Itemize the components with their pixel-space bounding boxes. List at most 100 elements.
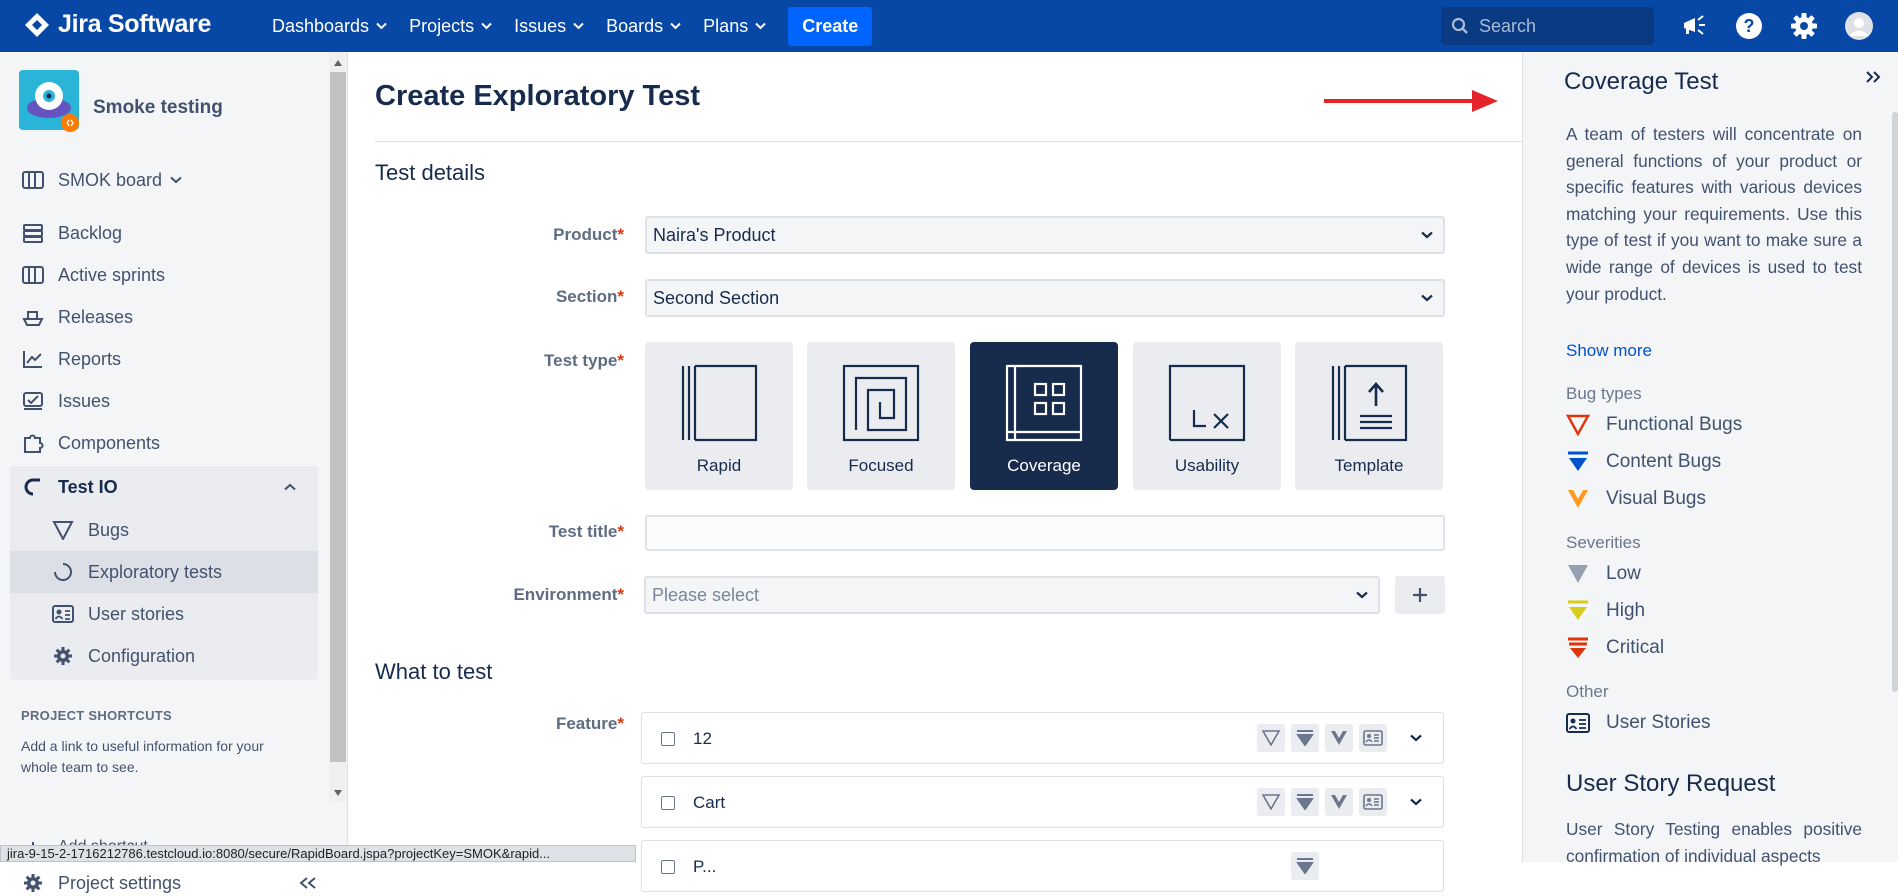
template-upload-icon: [1331, 364, 1408, 442]
chevron-down-icon[interactable]: [1410, 798, 1422, 806]
chevron-down-icon: [1421, 294, 1433, 302]
critical-severity-icon: [1568, 637, 1588, 658]
sidebar-item-label: Backlog: [58, 222, 123, 243]
functional-bug-chip[interactable]: [1257, 724, 1285, 752]
functional-bug-chip[interactable]: [1257, 788, 1285, 816]
menu-projects[interactable]: Projects: [409, 16, 492, 37]
sidebar-item-backlog[interactable]: Backlog: [10, 212, 318, 254]
backlog-icon: [23, 224, 43, 243]
app-name: Jira Software: [58, 10, 212, 38]
user-story-chip[interactable]: [1359, 724, 1387, 752]
feature-checkbox[interactable]: [661, 732, 675, 746]
project-sidebar: Smoke testing SMOK board Backlog Active …: [0, 52, 348, 893]
test-type-rapid[interactable]: Rapid: [645, 342, 793, 490]
visual-bug-chip[interactable]: [1325, 788, 1353, 816]
chevron-down-icon: [670, 22, 681, 30]
ship-icon: [22, 311, 44, 326]
user-story-card-icon: [1363, 730, 1383, 746]
feature-checkbox[interactable]: [661, 796, 675, 810]
add-environment-button[interactable]: [1395, 576, 1445, 614]
triangle-outline-icon: [1262, 730, 1280, 746]
test-type-coverage[interactable]: Coverage: [970, 342, 1118, 490]
collapse-sidebar-icon[interactable]: [298, 876, 318, 890]
chevron-down-icon: [376, 22, 387, 30]
user-avatar-icon[interactable]: [1844, 11, 1874, 41]
sidebar-item-test-io[interactable]: Test IO: [10, 466, 318, 508]
test-type-label: Test type*: [349, 351, 624, 371]
required-mark: *: [617, 585, 624, 604]
required-mark: *: [617, 225, 624, 244]
test-type-template[interactable]: Template: [1295, 342, 1443, 490]
menu-dashboards[interactable]: Dashboards: [272, 16, 387, 37]
legend-critical: Critical: [1566, 637, 1664, 659]
sidebar-item-label: Active sprints: [58, 264, 166, 285]
chevron-down-icon: [1421, 231, 1433, 239]
sidebar-item-configuration[interactable]: Configuration: [10, 635, 318, 677]
settings-gear-icon[interactable]: [1789, 11, 1819, 41]
scroll-up-arrow-icon[interactable]: [334, 60, 342, 66]
project-settings-link[interactable]: Project settings: [10, 870, 318, 896]
collapse-panel-icon[interactable]: [1865, 70, 1881, 84]
sidebar-item-releases[interactable]: Releases: [10, 296, 318, 338]
user-story-chip[interactable]: [1359, 788, 1387, 816]
scrollbar-thumb[interactable]: [330, 72, 346, 762]
menu-issues[interactable]: Issues: [514, 16, 584, 37]
create-button[interactable]: Create: [788, 6, 873, 46]
chevron-down-icon[interactable]: [1410, 734, 1422, 742]
sidebar-item-exploratory-tests[interactable]: Exploratory tests: [10, 551, 318, 593]
show-more-link[interactable]: Show more: [1566, 341, 1652, 361]
product-select[interactable]: Naira's Product: [645, 216, 1445, 254]
jira-logo[interactable]: Jira Software: [24, 10, 211, 39]
legend-functional-bugs: Functional Bugs: [1566, 414, 1742, 436]
legend-label: Functional Bugs: [1606, 414, 1743, 435]
divider: [375, 141, 1522, 142]
test-title-input[interactable]: [645, 515, 1445, 551]
sidebar-scrollbar[interactable]: [329, 52, 347, 802]
project-header[interactable]: Smoke testing: [19, 70, 223, 132]
sidebar-item-label: Exploratory tests: [88, 561, 223, 582]
project-settings-label: Project settings: [58, 872, 182, 893]
notifications-megaphone-icon[interactable]: [1679, 11, 1709, 41]
gear-icon: [54, 647, 72, 665]
test-type-label-text: Template: [1334, 456, 1404, 475]
layered-triangle-icon: [1296, 794, 1314, 810]
test-type-focused[interactable]: Focused: [807, 342, 955, 490]
search-input[interactable]: Search: [1441, 7, 1654, 45]
content-bug-chip[interactable]: [1291, 788, 1319, 816]
label-text: Feature: [555, 714, 618, 733]
content-bug-chip[interactable]: [1291, 852, 1319, 880]
feature-checkbox[interactable]: [661, 860, 675, 874]
required-mark: *: [617, 522, 624, 541]
legend-visual-bugs: Visual Bugs: [1566, 488, 1706, 510]
scroll-down-arrow-icon[interactable]: [334, 790, 342, 796]
product-value: Naira's Product: [653, 224, 776, 245]
sidebar-item-components[interactable]: Components: [10, 422, 318, 464]
sidebar-item-active-sprints[interactable]: Active sprints: [10, 254, 318, 296]
chevron-up-icon[interactable]: [284, 483, 296, 491]
required-mark: *: [617, 714, 624, 733]
test-type-info-panel: Coverage Test A team of testers will con…: [1522, 52, 1898, 866]
environment-select[interactable]: Please select: [644, 576, 1380, 614]
sidebar-item-reports[interactable]: Reports: [10, 338, 318, 380]
search-icon: [1451, 17, 1468, 34]
section-select[interactable]: Second Section: [645, 279, 1445, 317]
visual-bug-chip[interactable]: [1325, 724, 1353, 752]
content-bug-chip[interactable]: [1291, 724, 1319, 752]
menu-plans[interactable]: Plans: [703, 16, 766, 37]
sidebar-item-bugs[interactable]: Bugs: [10, 509, 318, 551]
sidebar-item-label: Releases: [58, 306, 134, 327]
panel-scrollbar[interactable]: [1892, 112, 1898, 692]
feature-name: 12: [693, 729, 712, 748]
layered-triangle-icon: [1296, 858, 1314, 874]
board-selector[interactable]: SMOK board: [10, 159, 318, 201]
triangle-outline-icon: [1262, 794, 1280, 810]
menu-boards[interactable]: Boards: [606, 16, 681, 37]
test-io-logo-icon: [24, 478, 40, 496]
sidebar-item-issues[interactable]: Issues: [10, 380, 318, 422]
test-type-usability[interactable]: Usability: [1133, 342, 1281, 490]
project-shortcuts: PROJECT SHORTCUTS Add a link to useful i…: [21, 708, 291, 778]
sidebar-item-user-stories[interactable]: User stories: [10, 593, 318, 635]
help-icon[interactable]: ?: [1734, 11, 1764, 41]
required-mark: *: [617, 351, 624, 370]
search-placeholder: Search: [1479, 15, 1537, 36]
